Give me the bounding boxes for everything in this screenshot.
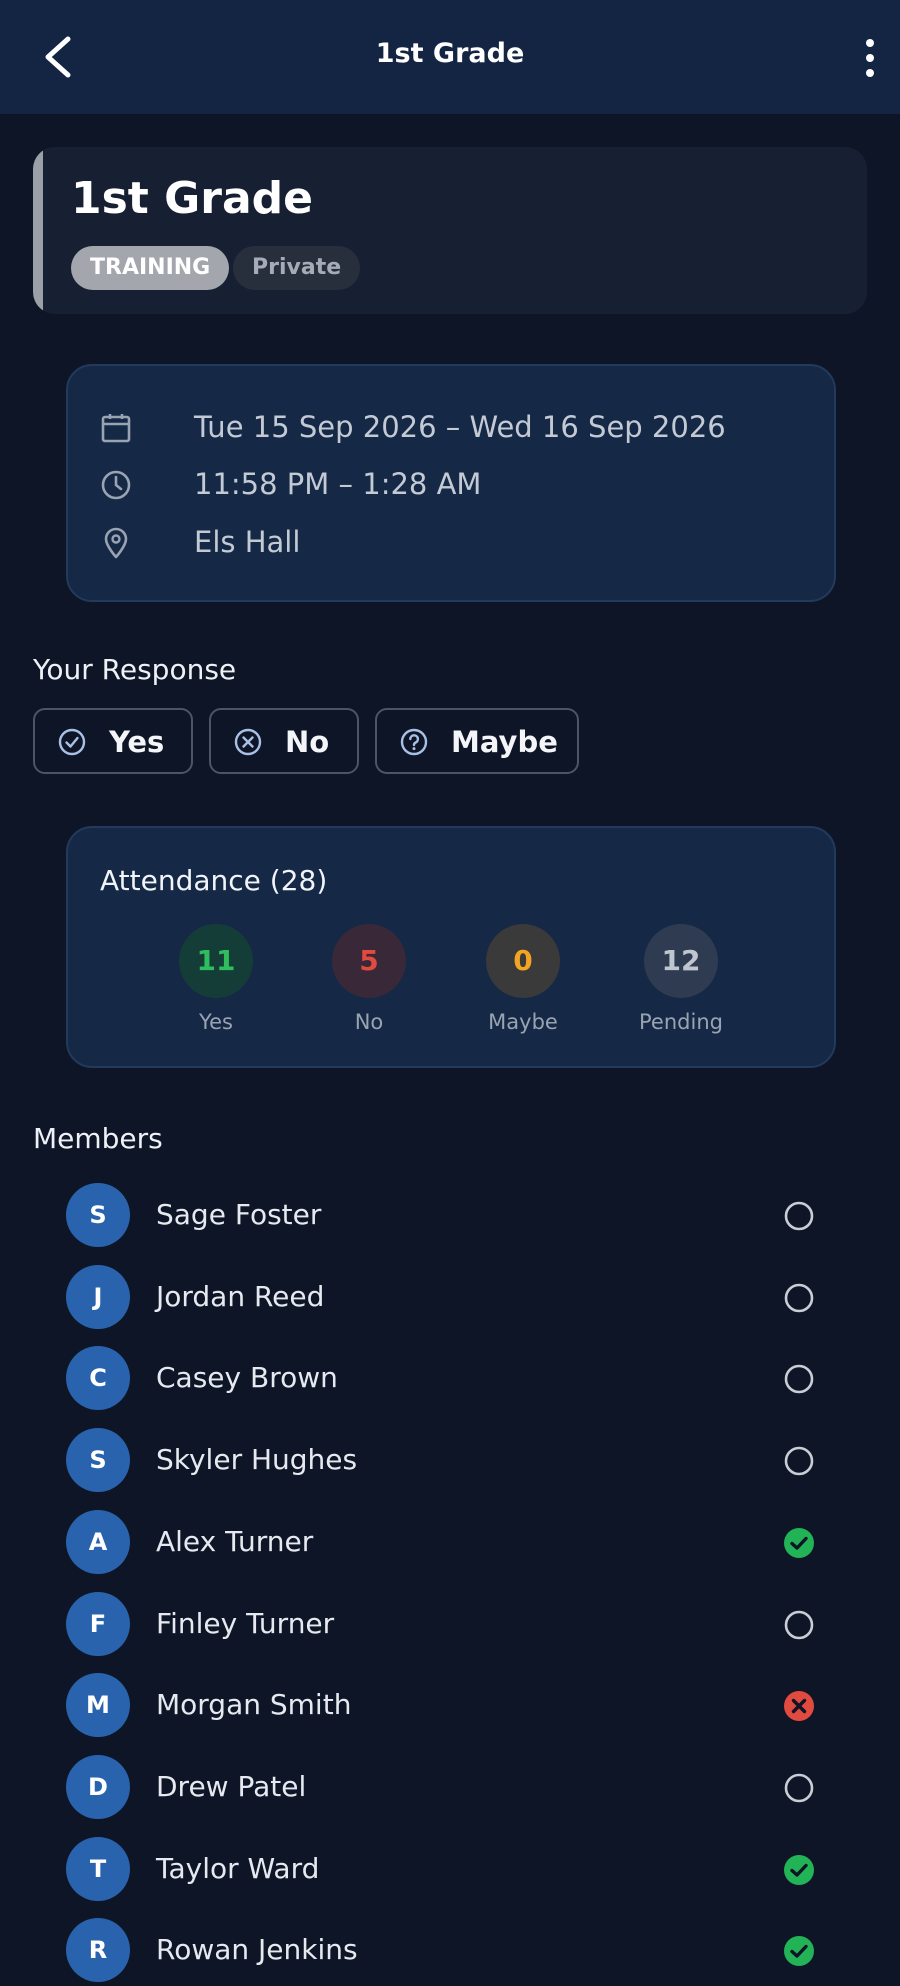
event-type-badge: TRAINING bbox=[71, 246, 230, 290]
status-pending-icon bbox=[784, 1201, 814, 1231]
avatar: T bbox=[66, 1836, 130, 1901]
member-name: Sage Foster bbox=[156, 1198, 322, 1231]
time-row: 11:58 PM – 1:28 AM bbox=[100, 465, 820, 505]
member-name: Casey Brown bbox=[156, 1361, 338, 1395]
more-vertical-icon[interactable] bbox=[864, 38, 876, 78]
member-row[interactable]: M Morgan Smith bbox=[0, 1671, 900, 1741]
response-yes-label: Yes bbox=[109, 725, 165, 759]
member-row[interactable]: T Taylor Ward bbox=[0, 1835, 900, 1905]
event-date: Tue 15 Sep 2026 – Wed 16 Sep 2026 bbox=[194, 410, 726, 444]
member-row[interactable]: C Casey Brown bbox=[0, 1344, 900, 1414]
status-yes-icon bbox=[784, 1936, 814, 1967]
pending-count: 12 bbox=[644, 924, 718, 998]
response-maybe-button[interactable]: Maybe bbox=[375, 708, 579, 774]
app-bar: 1st Grade bbox=[0, 0, 900, 114]
event-details-card: Tue 15 Sep 2026 – Wed 16 Sep 2026 11:58 … bbox=[66, 364, 836, 602]
yes-caption: Yes bbox=[199, 1010, 233, 1034]
response-no-label: No bbox=[285, 725, 330, 759]
member-row[interactable]: A Alex Turner bbox=[0, 1508, 900, 1578]
attendance-title: Attendance (28) bbox=[100, 864, 328, 897]
status-pending-icon bbox=[784, 1610, 814, 1639]
event-location: Els Hall bbox=[194, 525, 301, 559]
member-name: Finley Turner bbox=[156, 1606, 335, 1640]
status-pending-icon bbox=[784, 1365, 814, 1394]
attendance-pending-stat: 12 Pending bbox=[611, 924, 751, 1034]
avatar: S bbox=[66, 1183, 130, 1247]
event-accent-bar bbox=[33, 147, 43, 314]
avatar: D bbox=[66, 1754, 130, 1819]
status-yes-icon bbox=[784, 1527, 814, 1558]
member-row[interactable]: S Sage Foster bbox=[0, 1181, 900, 1251]
cancel-circle-icon bbox=[234, 728, 262, 756]
member-row[interactable]: J Jordan Reed bbox=[0, 1263, 900, 1333]
status-yes-icon bbox=[784, 1854, 814, 1885]
help-circle-icon bbox=[400, 728, 428, 756]
event-header-card: 1st Grade TRAINING Private bbox=[33, 147, 867, 314]
response-no-button[interactable]: No bbox=[209, 708, 359, 774]
member-name: Drew Patel bbox=[156, 1769, 307, 1803]
response-heading: Your Response bbox=[33, 653, 237, 686]
date-row: Tue 15 Sep 2026 – Wed 16 Sep 2026 bbox=[100, 408, 820, 448]
status-pending-icon bbox=[784, 1283, 814, 1312]
status-no-icon bbox=[784, 1691, 814, 1722]
avatar: A bbox=[66, 1509, 130, 1574]
pending-caption: Pending bbox=[639, 1010, 723, 1034]
no-count: 5 bbox=[332, 924, 406, 998]
status-pending-icon bbox=[784, 1773, 814, 1803]
clock-icon bbox=[101, 470, 131, 500]
avatar: S bbox=[66, 1428, 130, 1493]
member-row[interactable]: S Skyler Hughes bbox=[0, 1426, 900, 1496]
maybe-count: 0 bbox=[486, 924, 560, 998]
maybe-caption: Maybe bbox=[488, 1010, 558, 1034]
avatar: J bbox=[66, 1264, 130, 1329]
members-heading: Members bbox=[33, 1122, 163, 1155]
member-name: Rowan Jenkins bbox=[156, 1933, 358, 1967]
member-name: Skyler Hughes bbox=[156, 1443, 358, 1477]
attendance-maybe-stat: 0 Maybe bbox=[453, 924, 593, 1034]
member-row[interactable]: D Drew Patel bbox=[0, 1753, 900, 1823]
event-name: 1st Grade bbox=[71, 173, 313, 224]
check-circle-icon bbox=[58, 728, 86, 756]
member-row[interactable]: R Rowan Jenkins bbox=[0, 1916, 900, 1986]
attendance-no-stat: 5 No bbox=[299, 924, 439, 1034]
avatar: F bbox=[66, 1591, 130, 1656]
yes-count: 11 bbox=[179, 924, 253, 998]
member-name: Jordan Reed bbox=[156, 1279, 325, 1313]
no-caption: No bbox=[354, 1010, 384, 1034]
location-row: Els Hall bbox=[100, 523, 820, 563]
response-maybe-label: Maybe bbox=[451, 725, 558, 759]
avatar: C bbox=[66, 1346, 130, 1411]
location-pin-icon bbox=[104, 527, 128, 559]
calendar-icon bbox=[101, 414, 131, 443]
member-name: Morgan Smith bbox=[156, 1688, 352, 1722]
attendance-card: Attendance (28) 11 Yes 5 No 0 Maybe 12 P… bbox=[66, 826, 836, 1068]
member-row[interactable]: F Finley Turner bbox=[0, 1590, 900, 1660]
member-name: Taylor Ward bbox=[156, 1851, 320, 1885]
page-title: 1st Grade bbox=[375, 38, 525, 69]
attendance-yes-stat: 11 Yes bbox=[146, 924, 286, 1034]
member-name: Alex Turner bbox=[156, 1524, 314, 1558]
status-pending-icon bbox=[784, 1446, 814, 1476]
response-yes-button[interactable]: Yes bbox=[33, 708, 193, 774]
avatar: M bbox=[66, 1673, 130, 1738]
avatar: R bbox=[66, 1918, 130, 1983]
event-time: 11:58 PM – 1:28 AM bbox=[194, 467, 482, 501]
visibility-badge: Private bbox=[233, 246, 361, 290]
